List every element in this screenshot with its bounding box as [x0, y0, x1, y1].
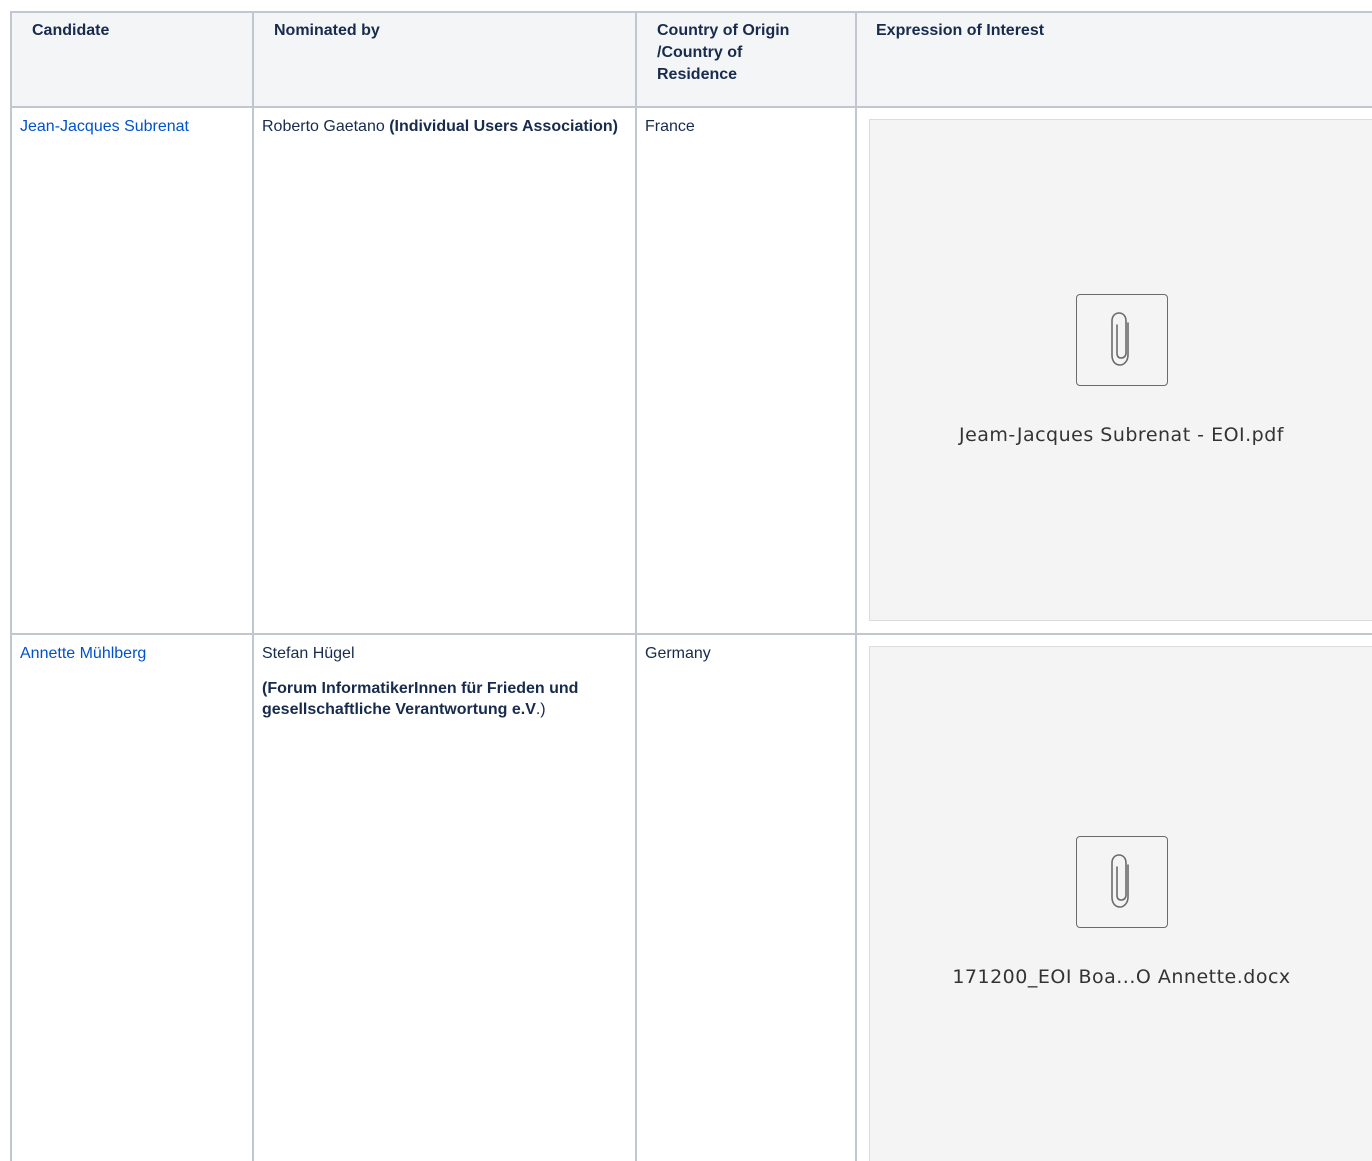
table-header-row: Candidate Nominated by Country of Origin…: [10, 11, 1372, 108]
candidate-link[interactable]: Annette Mühlberg: [20, 645, 146, 662]
nominator-text: Stefan Hügel (Forum InformatikerInnen fü…: [254, 635, 635, 720]
nominator-organization: (Individual Users Association): [389, 118, 618, 135]
eoi-cell: Jeam-Jacques Subrenat - EOI.pdf: [855, 106, 1372, 635]
table-row: Annette Mühlberg Stefan Hügel (Forum Inf…: [10, 633, 1372, 1161]
paperclip-icon: [1075, 294, 1168, 386]
nominator-organization-name: (Forum InformatikerInnen für Frieden und…: [262, 680, 579, 718]
country-text: France: [645, 118, 695, 135]
country-cell: Germany: [635, 633, 857, 1161]
paperclip-icon: [1075, 836, 1168, 928]
header-country[interactable]: Country of Origin /Country of Residence: [635, 11, 857, 108]
header-candidate[interactable]: Candidate: [10, 11, 254, 108]
paperclip-glyph: [1110, 312, 1129, 366]
nominator-name: Roberto Gaetano: [262, 118, 390, 135]
country-cell: France: [635, 106, 857, 635]
nominator-name: Stefan Hügel: [262, 645, 355, 662]
attachment-filename: 171200_EOI Boa...O Annette.docx: [952, 966, 1291, 988]
country-text: Germany: [645, 645, 711, 662]
attachment-preview[interactable]: Jeam-Jacques Subrenat - EOI.pdf: [869, 119, 1372, 621]
nominator-cell: Roberto Gaetano (Individual Users Associ…: [252, 106, 637, 635]
table-row: Jean-Jacques Subrenat Roberto Gaetano (I…: [10, 106, 1372, 635]
attachment-filename: Jeam-Jacques Subrenat - EOI.pdf: [958, 424, 1284, 446]
eoi-cell: 171200_EOI Boa...O Annette.docx: [855, 633, 1372, 1161]
candidate-cell: Jean-Jacques Subrenat: [10, 106, 254, 635]
header-expression-of-interest[interactable]: Expression of Interest: [855, 11, 1372, 108]
attachment-preview[interactable]: 171200_EOI Boa...O Annette.docx: [869, 646, 1372, 1161]
nominator-cell: Stefan Hügel (Forum InformatikerInnen fü…: [252, 633, 637, 1161]
header-nominated-by[interactable]: Nominated by: [252, 11, 637, 108]
candidates-table: Candidate Nominated by Country of Origin…: [10, 11, 1372, 1161]
paperclip-glyph: [1110, 854, 1129, 908]
nominator-organization: (Forum InformatikerInnen für Frieden und…: [262, 678, 627, 720]
page: Candidate Nominated by Country of Origin…: [0, 0, 1372, 1161]
candidate-cell: Annette Mühlberg: [10, 633, 254, 1161]
nominator-text: Roberto Gaetano (Individual Users Associ…: [254, 108, 635, 137]
nominator-organization-suffix: .): [535, 701, 546, 718]
candidate-link[interactable]: Jean-Jacques Subrenat: [20, 118, 189, 135]
